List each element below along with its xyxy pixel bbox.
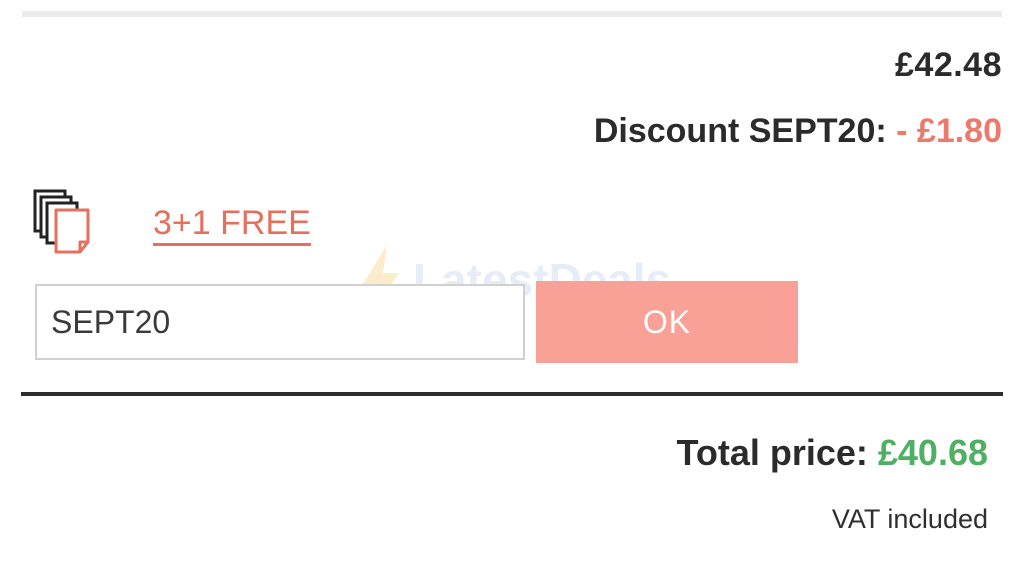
discount-row: Discount SEPT20: - £1.80	[594, 112, 1002, 151]
vat-note: VAT included	[831, 504, 988, 534]
total-price-label: Total price:	[676, 432, 868, 473]
apply-code-button[interactable]: OK	[536, 281, 798, 363]
totals-divider	[21, 392, 1003, 396]
stacked-documents-icon	[33, 189, 90, 254]
promo-offer-link[interactable]: 3+1 FREE	[153, 203, 311, 246]
subtotal-amount: £42.48	[895, 46, 1002, 84]
top-divider	[22, 11, 1002, 17]
discount-label: Discount SEPT20:	[593, 112, 887, 150]
discount-code-input[interactable]	[35, 284, 525, 360]
total-price-row: Total price: £40.68	[677, 432, 988, 474]
discount-value: - £1.80	[896, 112, 1002, 150]
total-price-value: £40.68	[877, 432, 988, 473]
